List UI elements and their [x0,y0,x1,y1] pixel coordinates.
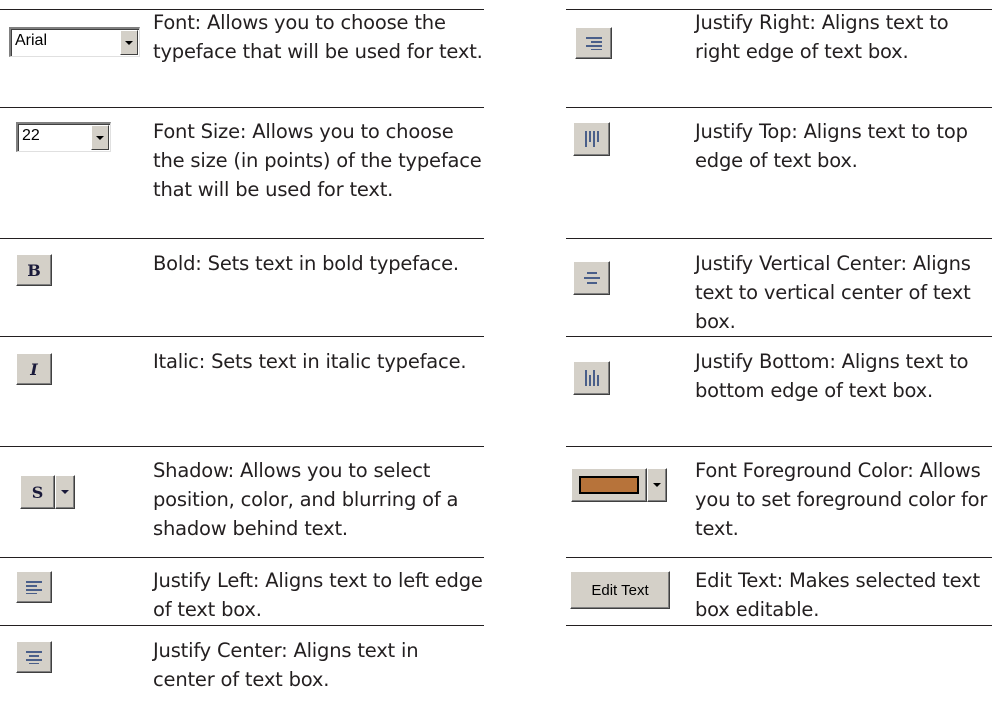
edit-text-button[interactable]: Edit Text [570,571,670,609]
align-bottom-icon [584,370,599,386]
row-divider [566,625,992,626]
color-swatch-icon [579,476,639,494]
italic-icon: I [30,359,38,379]
edit-text-description: Edit Text: Makes selected text box edita… [695,569,980,621]
font-combo-value: Arial [15,32,48,49]
justify-bottom-description: Justify Bottom: Aligns text to bottom ed… [695,350,969,402]
row-divider [0,557,484,558]
row-divider [566,107,992,108]
justify-vertical-center-description: Justify Vertical Center: Aligns text to … [695,252,971,333]
foreground-color-button[interactable] [571,468,647,502]
align-left-icon [26,581,42,594]
justify-vertical-center-button[interactable] [573,261,610,295]
justify-right-button[interactable] [575,27,612,59]
font-description: Font: Allows you to choose the typeface … [153,11,483,63]
italic-description: Italic: Sets text in italic typeface. [153,350,467,373]
bold-icon: B [27,260,41,280]
justify-center-description: Justify Center: Aligns text in center of… [153,639,419,691]
shadow-dropdown-button[interactable] [55,475,75,509]
justify-top-button[interactable] [573,122,610,156]
font-size-description: Font Size: Allows you to choose the size… [153,120,482,201]
shadow-button[interactable]: S [20,475,55,509]
align-center-icon [26,651,42,664]
bold-button[interactable]: B [16,254,52,286]
align-top-icon [584,131,599,147]
shadow-description: Shadow: Allows you to select position, c… [153,459,459,540]
row-divider [566,336,992,337]
chevron-down-icon[interactable] [91,125,109,150]
italic-button[interactable]: I [16,353,52,385]
row-divider [566,446,992,447]
shadow-icon: S [31,482,44,502]
justify-center-button[interactable] [16,641,52,673]
justify-left-description: Justify Left: Aligns text to left edge o… [153,569,483,621]
chevron-down-icon [61,490,69,494]
align-vertical-center-icon [583,272,600,284]
row-divider [566,557,992,558]
row-divider [0,336,484,337]
edit-text-button-label: Edit Text [591,581,649,599]
justify-top-description: Justify Top: Aligns text to top edge of … [695,120,968,172]
font-size-combo-value: 22 [22,127,40,144]
row-divider [0,446,484,447]
align-right-icon [585,37,602,50]
font-size-combo[interactable]: 22 [16,122,111,152]
row-divider [566,238,992,239]
bold-description: Bold: Sets text in bold typeface. [153,252,459,275]
row-divider [0,625,484,626]
justify-left-button[interactable] [16,571,52,603]
justify-right-description: Justify Right: Aligns text to right edge… [695,11,949,63]
foreground-color-dropdown-button[interactable] [647,468,667,502]
chevron-down-icon [653,483,661,487]
chevron-down-icon[interactable] [120,30,138,55]
row-divider [0,238,484,239]
row-divider [0,107,484,108]
foreground-color-description: Font Foreground Color: Allows you to set… [695,459,988,540]
justify-bottom-button[interactable] [573,361,610,395]
font-combo[interactable]: Arial [9,27,140,57]
